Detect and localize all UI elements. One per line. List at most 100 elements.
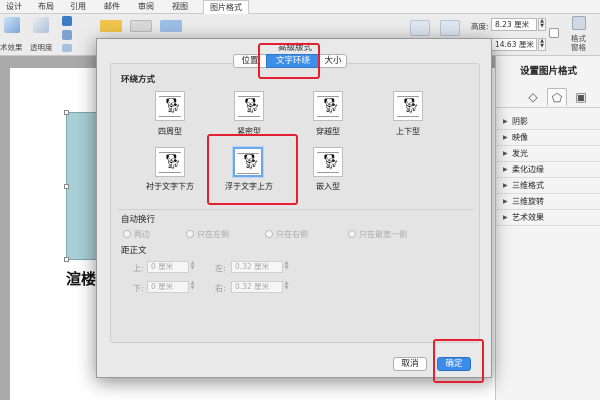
wrap-text-icon[interactable] [440, 20, 460, 36]
wrap-behind-text-label: 衬于文字下方 [146, 182, 194, 191]
wrap-square-option[interactable]: 🐕︎ [155, 91, 185, 121]
tab-mailings[interactable]: 邮件 [104, 1, 120, 12]
auto-wrap-title: 自动换行 [121, 215, 156, 225]
tab-picture-format[interactable]: 图片格式 [203, 0, 249, 14]
picture-styles-icon[interactable] [100, 20, 122, 32]
picture-dog-icon: 🐕︎ [164, 154, 182, 170]
change-picture-icon[interactable] [62, 30, 72, 40]
width-stepper[interactable]: ▲ ▼ [538, 38, 546, 51]
lock-aspect-checkbox[interactable] [549, 28, 559, 38]
format-pane-label-2: 窗格 [571, 43, 586, 52]
pane-title: 设置图片格式 [519, 66, 577, 77]
compress-icon[interactable] [62, 16, 72, 26]
distance-top-field[interactable]: 0 厘米 [147, 261, 189, 273]
wrap-inline-option[interactable]: 🐕︎ [313, 147, 343, 177]
distance-right-field[interactable]: 0.32 厘米 [231, 281, 283, 293]
text-line [317, 152, 339, 153]
transparency-icon[interactable] [33, 17, 49, 33]
resize-handle-bottom-left[interactable] [64, 257, 69, 262]
picture-tab-icon[interactable]: ▣ [571, 88, 591, 106]
distance-top-label: 上: [133, 264, 144, 273]
text-line [159, 116, 181, 117]
text-line [397, 96, 419, 97]
tab-design[interactable]: 设计 [6, 1, 22, 12]
resize-handle-left[interactable] [64, 184, 69, 189]
height-label: 高度: [471, 22, 489, 31]
tab-size[interactable]: 大小 [319, 54, 347, 68]
text-line [317, 172, 339, 173]
resize-handle-top-left[interactable] [64, 110, 69, 115]
distance-left-field[interactable]: 0.32 厘米 [231, 261, 283, 273]
tab-references[interactable]: 引用 [70, 1, 86, 12]
highlight-in-front-option [207, 134, 298, 205]
wrap-both-sides-radio[interactable]: 两边 [123, 229, 150, 240]
distance-bottom-label: 下: [133, 284, 144, 293]
document-text: 渲楼 [66, 270, 97, 288]
artistic-effects-icon[interactable] [4, 17, 20, 33]
expand-triangle-icon: ▶ [503, 150, 508, 157]
picture-dog-icon: 🐕︎ [322, 98, 340, 114]
picture-effects-icon[interactable] [160, 20, 182, 32]
tab-layout[interactable]: 布局 [38, 1, 54, 12]
section-glow[interactable]: ▶ 发光 [496, 146, 600, 162]
section-reflection[interactable]: ▶ 映像 [496, 130, 600, 146]
format-picture-pane: 设置图片格式 ◇ ⬠ ▣ ▶ 阴影 ▶ 映像 ▶ 发光 ▶ 柔化边缘 ▶ 三维格式 ▶ 三维… [495, 56, 600, 400]
expand-triangle-icon: ▶ [503, 182, 508, 189]
wrap-through-option[interactable]: 🐕︎ [313, 91, 343, 121]
expand-triangle-icon: ▶ [503, 166, 508, 173]
text-line [159, 96, 181, 97]
radio-circle [123, 230, 131, 238]
picture-dog-icon: 🐕︎ [164, 98, 182, 114]
wrap-tight-option[interactable]: 🐕︎ [234, 91, 264, 121]
distance-bottom-field[interactable]: 0 厘米 [147, 281, 189, 293]
section-artistic-effects[interactable]: ▶ 艺术效果 [496, 210, 600, 226]
radio-circle [348, 230, 356, 238]
wrap-top-bottom-label: 上下型 [396, 127, 420, 136]
wrap-left-only-radio[interactable]: 只在左侧 [186, 229, 229, 240]
distance-bottom-stepper[interactable]: ▲ ▼ [189, 281, 196, 293]
expand-triangle-icon: ▶ [503, 214, 508, 221]
distance-left-label: 左: [215, 264, 226, 273]
section-3d-format[interactable]: ▶ 三维格式 [496, 178, 600, 194]
height-field[interactable]: 8.23 厘米 [491, 18, 537, 31]
section-soft-edges[interactable]: ▶ 柔化边缘 [496, 162, 600, 178]
expand-triangle-icon: ▶ [503, 134, 508, 141]
picture-dog-icon: 🐕︎ [402, 98, 420, 114]
position-icon[interactable] [410, 20, 430, 36]
distance-left-stepper[interactable]: ▲ ▼ [283, 261, 290, 273]
advanced-layout-dialog: 高级版式 位置 文字环绕 大小 环绕方式 🐕︎ 四周型 🐕︎ 紧密型 🐕︎ 穿越… [96, 38, 492, 378]
section-shadow[interactable]: ▶ 阴影 [496, 114, 600, 130]
text-line [397, 116, 419, 117]
artistic-effects-label: 术效果 [0, 43, 23, 52]
effects-tab-icon[interactable]: ⬠ [547, 88, 567, 106]
expand-triangle-icon: ▶ [503, 118, 508, 125]
distance-top-stepper[interactable]: ▲ ▼ [189, 261, 196, 273]
wrap-behind-text-option[interactable]: 🐕︎ [155, 147, 185, 177]
width-field[interactable]: 14.63 厘米 [491, 38, 537, 51]
distance-right-label: 右: [215, 284, 226, 293]
radio-circle [265, 230, 273, 238]
text-line [159, 172, 181, 173]
text-line [159, 152, 181, 153]
tab-view[interactable]: 视图 [172, 1, 188, 12]
highlight-wrap-tab [258, 43, 320, 79]
text-line [317, 116, 339, 117]
wrap-largest-side-radio[interactable]: 只在最宽一侧 [348, 229, 407, 240]
tab-review[interactable]: 审阅 [138, 1, 154, 12]
radio-circle [186, 230, 194, 238]
distance-title: 距正文 [121, 246, 147, 256]
reset-picture-icon[interactable] [62, 44, 72, 52]
cancel-button[interactable]: 取消 [393, 357, 427, 371]
pane-tab-strip: ◇ ⬠ ▣ [496, 84, 600, 108]
height-stepper[interactable]: ▲ ▼ [538, 18, 546, 31]
expand-triangle-icon: ▶ [503, 198, 508, 205]
format-pane-icon[interactable] [572, 16, 586, 30]
text-line [317, 96, 339, 97]
text-line [238, 96, 260, 97]
distance-right-stepper[interactable]: ▲ ▼ [283, 281, 290, 293]
section-3d-rotation[interactable]: ▶ 三维旋转 [496, 194, 600, 210]
picture-border-icon[interactable] [130, 20, 152, 32]
wrap-right-only-radio[interactable]: 只在右侧 [265, 229, 308, 240]
wrap-top-bottom-option[interactable]: 🐕︎ [393, 91, 423, 121]
fill-line-tab-icon[interactable]: ◇ [523, 88, 543, 106]
